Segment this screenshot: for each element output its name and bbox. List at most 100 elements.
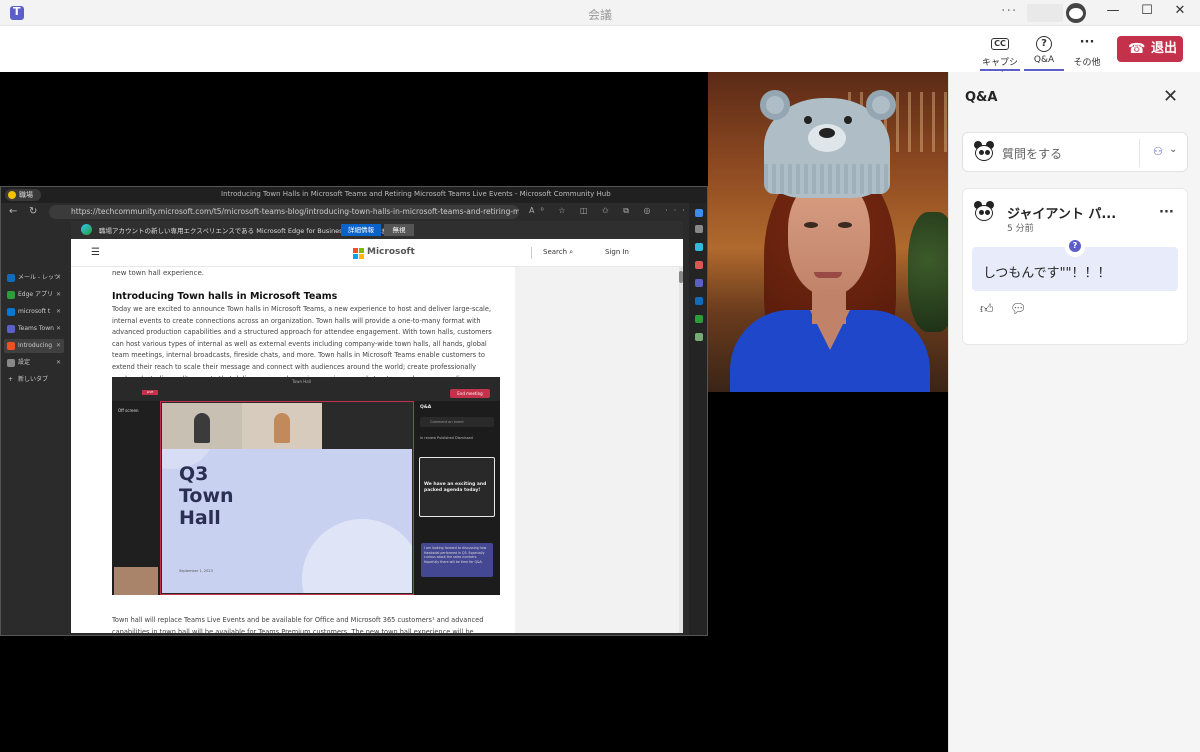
tab-favicon: [7, 274, 15, 282]
chevron-down-icon[interactable]: ⌄: [1169, 144, 1177, 155]
vertical-tab-label: Introducing: [18, 342, 53, 349]
embedded-left-column: Off screen: [112, 401, 160, 595]
like-icon[interactable]: 👍︎: [980, 302, 994, 317]
article-pre-text: new town hall experience.: [112, 269, 204, 277]
embedded-qa-card: We have an exciting and packed agenda to…: [419, 457, 495, 517]
banner-dismiss-button: 無視: [384, 224, 414, 236]
vertical-tab: Teams Town ✕: [4, 322, 64, 336]
edge-logo-icon: [81, 224, 92, 235]
tab-favicon: [7, 359, 15, 367]
browser-address-bar: ← ↻ https://techcommunity.microsoft.com/…: [1, 203, 707, 221]
copilot-icon: [695, 209, 703, 217]
tab-close-icon: ✕: [55, 359, 61, 366]
site-search-label: Search: [543, 248, 568, 256]
more-options-icon[interactable]: ···: [1159, 205, 1174, 220]
vertical-tab-label: microsoft t: [18, 308, 51, 315]
shopping-icon: [695, 261, 703, 269]
anonymous-toggle-icon[interactable]: ⚇: [1153, 145, 1163, 158]
web-page: ☰ Microsoft Search ⌕ Sign In new town ha…: [71, 239, 683, 633]
games-icon: [695, 315, 703, 323]
tools-icon: [695, 243, 703, 251]
qa-active-indicator: [1024, 69, 1064, 71]
vertical-tabs: メール - レッツ ✕ Edge アプリ ✕ microsoft t ✕ Teams …: [1, 221, 65, 635]
site-brand: Microsoft: [367, 247, 415, 257]
embedded-qa-tabs: In review Published Dismissed: [420, 436, 473, 440]
browser-sidebar: [689, 203, 707, 635]
embedded-live-badge: LIVE: [142, 390, 158, 395]
vertical-tab-label: 設定: [18, 359, 31, 366]
participant-avatar-video: [708, 72, 948, 392]
window-title-bar: 会議 ··· — ☐ ✕: [0, 0, 1200, 26]
question-mark-icon: [1065, 237, 1085, 257]
search-icon: [695, 225, 703, 233]
teams-icon: [695, 279, 703, 287]
qa-side-panel: Q&A ✕ 質問をする ⚇ ⌄ ジャイアント パ... 5 分前 ··· しつも…: [948, 72, 1200, 752]
vertical-tab: microsoft t ✕: [4, 305, 64, 319]
browser-profile: 職場: [5, 189, 41, 201]
tab-favicon: [7, 291, 15, 299]
back-icon: ←: [9, 206, 18, 217]
captions-icon: CC: [991, 38, 1009, 50]
tab-favicon: [7, 325, 15, 333]
question-text: しつもんです""！！！: [983, 266, 1111, 281]
plus-icon: +: [8, 376, 14, 383]
article-body-continued: Town hall will replace Teams Live Events…: [112, 616, 484, 633]
reply-icon[interactable]: 💬︎: [1010, 302, 1027, 317]
tab-close-icon: ✕: [55, 325, 61, 332]
embedded-toolbar: Town Hall LIVE End meeting: [112, 377, 500, 401]
browser-toolbar-icons: A⁰ ☆ ◫ ✩ ⧉ ◎ ···: [529, 206, 691, 215]
vertical-tab-label: Edge アプリ: [18, 291, 54, 298]
profile-avatar[interactable]: [1066, 3, 1086, 23]
close-icon[interactable]: ✕: [1163, 86, 1178, 107]
panda-avatar: [973, 201, 995, 223]
embedded-end-button: End meeting: [450, 389, 490, 398]
leave-label: 退出: [1151, 41, 1178, 56]
question-author: ジャイアント パ...: [1007, 207, 1117, 222]
vertical-tab: メール - レッツ ✕: [4, 271, 64, 285]
qa-panel-title: Q&A: [965, 90, 998, 105]
embedded-self-view: [114, 567, 158, 595]
ask-question-input[interactable]: 質問をする ⚇ ⌄: [962, 132, 1188, 172]
more-icon: ···: [1079, 35, 1095, 50]
close-window-button[interactable]: ✕: [1160, 3, 1200, 23]
meeting-toolbar: CC キャプション ? Q&A ··· その他 ☎ 退出: [0, 26, 1200, 81]
embedded-qa-panel: Q&A Comment on event In review Published…: [414, 401, 500, 595]
page-scrollbar: [679, 267, 683, 633]
more-button[interactable]: ··· その他: [1065, 33, 1109, 68]
presenter-thumbnail: [162, 403, 242, 449]
tab-close-icon: ✕: [55, 291, 61, 298]
embedded-slide: Q3 Town Hall September 1, 2023: [162, 449, 412, 593]
question-card: ジャイアント パ... 5 分前 ··· しつもんです""！！！ 👍︎ 💬︎: [962, 188, 1188, 345]
new-tab: + 新しいタブ: [4, 373, 64, 387]
vertical-tab-label: Teams Town: [18, 325, 54, 332]
drop-icon: [695, 333, 703, 341]
vertical-tab: 設定 ✕: [4, 356, 64, 370]
article-heading: Introducing Town halls in Microsoft Team…: [112, 291, 338, 302]
edge-business-banner: 職場アカウントの新しい専用エクスペリエンスである Microsoft Edge …: [71, 221, 683, 239]
vertical-tab: Edge アプリ ✕: [4, 288, 64, 302]
browser-tab-title: Introducing Town Halls in Microsoft Team…: [221, 190, 611, 198]
slide-title: Q3 Town Hall: [179, 463, 234, 529]
qa-icon: ?: [1036, 36, 1052, 52]
embedded-offscreen-label: Off screen: [118, 408, 139, 413]
browser-url: https://techcommunity.microsoft.com/t5/m…: [49, 205, 519, 219]
hamburger-menu-icon: ☰: [91, 247, 100, 258]
site-signin: Sign In: [605, 248, 629, 256]
account-name-blurred: [1027, 4, 1063, 22]
phone-hangup-icon: ☎: [1128, 41, 1146, 57]
leave-button[interactable]: ☎ 退出: [1117, 36, 1183, 62]
new-tab-label: 新しいタブ: [18, 376, 49, 383]
question-time: 5 分前: [1007, 224, 1034, 234]
tab-close-icon: ✕: [55, 274, 61, 281]
site-search: Search ⌕: [543, 248, 574, 256]
microsoft-logo-icon: [353, 248, 364, 259]
more-options-icon[interactable]: ···: [1001, 3, 1017, 19]
shared-screen-browser: 職場 Introducing Town Halls in Microsoft T…: [0, 186, 708, 636]
vertical-tab-active: Introducing ✕: [4, 339, 64, 353]
tab-close-icon: ✕: [55, 308, 61, 315]
qa-button[interactable]: ? Q&A: [1022, 33, 1066, 71]
article: new town hall experience. Introducing To…: [99, 267, 515, 633]
tab-favicon: [7, 308, 15, 316]
embedded-qa-reply: I am looking forward to discussing how H…: [421, 543, 493, 577]
embedded-qa-input-placeholder: Comment on event: [430, 420, 464, 424]
